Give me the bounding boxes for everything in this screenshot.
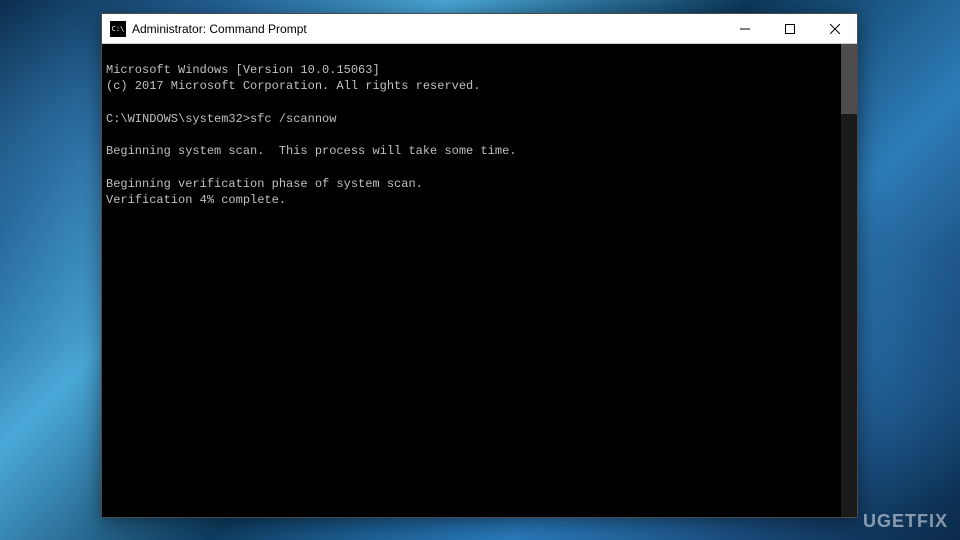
console-line: Verification 4% complete. [106,193,286,207]
watermark-text: UGETFIX [863,511,948,531]
window-title: Administrator: Command Prompt [132,22,722,36]
scrollbar-thumb[interactable] [841,44,857,114]
console-area[interactable]: Microsoft Windows [Version 10.0.15063] (… [102,44,857,517]
scrollbar-track[interactable] [841,44,857,517]
console-line: Beginning verification phase of system s… [106,177,423,191]
console-line: Microsoft Windows [Version 10.0.15063] [106,63,380,77]
maximize-button[interactable] [767,14,812,43]
maximize-icon [785,24,795,34]
titlebar[interactable]: Administrator: Command Prompt [102,14,857,44]
minimize-button[interactable] [722,14,767,43]
close-icon [830,24,840,34]
console-line: (c) 2017 Microsoft Corporation. All righ… [106,79,480,93]
cmd-icon [110,21,126,37]
minimize-icon [740,24,750,34]
command-prompt-window: Administrator: Command Prompt Microsoft … [101,13,858,518]
console-line: Beginning system scan. This process will… [106,144,516,158]
close-button[interactable] [812,14,857,43]
console-prompt-line: C:\WINDOWS\system32>sfc /scannow [106,112,336,126]
watermark: UGETFIX [863,511,948,532]
window-controls [722,14,857,43]
